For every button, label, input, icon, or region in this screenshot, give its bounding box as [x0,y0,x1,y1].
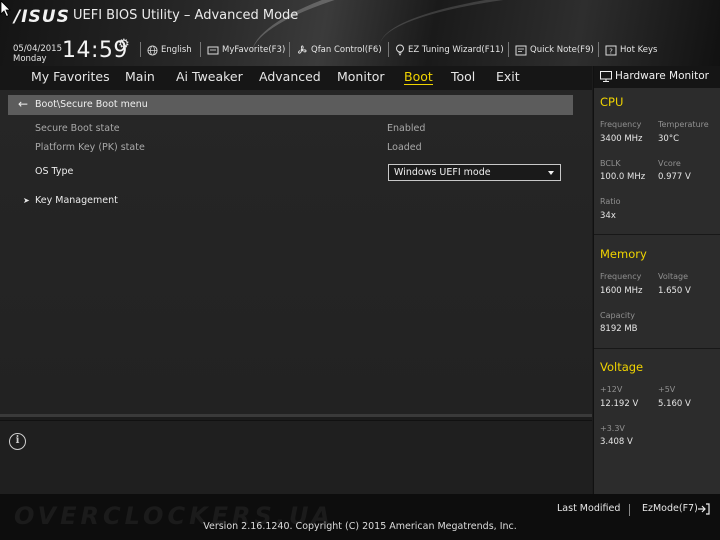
footer-bar: OVERCLOCKERS.UA Last Modified EzMode(F7)… [0,494,720,540]
memory-frequency-value: 1600 MHz [600,286,643,296]
v5-label: +5V [658,385,676,394]
secure-boot-state-value: Enabled [387,123,426,134]
info-icon: i [9,433,26,450]
exit-arrow-icon[interactable] [697,503,710,515]
tab-boot[interactable]: Boot [404,69,433,85]
app-title: UEFI BIOS Utility – Advanced Mode [73,8,299,23]
v5-value: 5.160 V [658,399,691,409]
ez-tuning-wizard-label: EZ Tuning Wizard(F11) [408,45,504,55]
day-text: Monday [13,54,47,64]
v12-label: +12V [600,385,623,394]
v33-value: 3.408 V [600,437,633,447]
date-block: 05/04/2015 Monday [13,44,62,64]
hardware-monitor-header: Hardware Monitor [594,66,720,88]
favorite-icon [207,46,219,54]
qfan-control-button[interactable]: Qfan Control(F6) [296,44,382,56]
bulb-icon [396,44,404,56]
breadcrumb-bar[interactable]: ← Boot\Secure Boot menu [8,95,573,115]
bclk-value: 100.0 MHz [600,172,646,182]
mouse-cursor-icon [0,0,11,18]
tab-exit[interactable]: Exit [496,69,520,84]
bclk-label: BCLK [600,159,621,168]
last-modified-button[interactable]: Last Modified [557,503,620,514]
fan-icon [298,45,307,54]
tab-advanced[interactable]: Advanced [259,69,321,84]
tab-my-favorites[interactable]: My Favorites [31,69,110,84]
v33-label: +3.3V [600,424,625,433]
cpu-section-title: CPU [600,95,624,109]
myfavorite-label: MyFavorite(F3) [222,45,286,55]
memory-voltage-label: Voltage [658,272,689,281]
section-divider [594,234,720,235]
toolbar-separator [508,42,509,57]
cpu-frequency-label: Frequency [600,120,642,129]
note-icon [515,45,527,55]
key-management-submenu[interactable]: Key Management [35,195,118,206]
toolbar-separator [598,42,599,57]
hotkeys-icon: ? [605,45,617,55]
vcore-label: Vcore [658,159,681,168]
qfan-control-label: Qfan Control(F6) [311,45,382,55]
monitor-icon [600,71,612,82]
secure-boot-state-label: Secure Boot state [35,123,120,134]
tab-monitor[interactable]: Monitor [337,69,385,84]
quick-note-label: Quick Note(F9) [530,45,594,55]
language-label: English [161,45,192,55]
main-nav-tabs: My Favorites Main Ai Tweaker Advanced Mo… [0,66,592,90]
ratio-value: 34x [600,211,616,221]
platform-key-state-label: Platform Key (PK) state [35,142,145,153]
hardware-monitor-panel: Hardware Monitor CPU Frequency 3400 MHz … [593,66,720,494]
os-type-select[interactable]: Windows UEFI mode [388,164,561,181]
ezmode-button[interactable]: EzMode(F7) [642,503,698,514]
clock-settings-gear-icon[interactable]: ⚙ [118,37,130,52]
tab-tool[interactable]: Tool [451,69,475,84]
language-button[interactable]: English [147,44,192,56]
toolbar-separator [388,42,389,57]
footer-separator [629,504,630,516]
tab-ai-tweaker[interactable]: Ai Tweaker [176,69,243,84]
os-type-selected-value: Windows UEFI mode [394,167,491,178]
hot-keys-label: Hot Keys [620,45,658,55]
platform-key-state-value: Loaded [387,142,422,153]
cpu-frequency-value: 3400 MHz [600,134,643,144]
cpu-temperature-value: 30°C [658,134,680,144]
globe-icon [147,44,158,56]
hardware-monitor-title: Hardware Monitor [615,70,709,82]
ez-tuning-wizard-button[interactable]: EZ Tuning Wizard(F11) [395,44,504,56]
tab-main[interactable]: Main [125,69,155,84]
vcore-value: 0.977 V [658,172,691,182]
breadcrumb: Boot\Secure Boot menu [35,99,148,110]
hot-keys-button[interactable]: ? Hot Keys [605,44,657,56]
main-content-panel: ← Boot\Secure Boot menu Secure Boot stat… [0,90,592,417]
caret-down-icon [548,171,554,175]
header-bar: /ISUS UEFI BIOS Utility – Advanced Mode … [0,0,720,66]
submenu-arrow-icon: ➤ [23,196,30,205]
quick-note-button[interactable]: Quick Note(F9) [515,44,594,56]
os-type-label: OS Type [35,166,74,177]
memory-capacity-label: Capacity [600,311,635,320]
version-copyright: Version 2.16.1240. Copyright (C) 2015 Am… [203,521,517,532]
ratio-label: Ratio [600,197,621,206]
svg-text:?: ? [609,47,613,55]
memory-section-title: Memory [600,247,647,261]
back-arrow-icon[interactable]: ← [18,97,28,111]
voltage-section-title: Voltage [600,360,644,374]
date-text: 05/04/2015 [13,44,62,54]
memory-capacity-value: 8192 MB [600,324,638,334]
cpu-temperature-label: Temperature [658,120,709,129]
memory-frequency-label: Frequency [600,272,642,281]
myfavorite-button[interactable]: MyFavorite(F3) [207,44,285,56]
v12-value: 12.192 V [600,399,639,409]
content-divider [0,414,592,417]
asus-logo: /ISUS [14,7,70,27]
section-divider [594,348,720,349]
toolbar-separator [140,42,141,57]
toolbar-separator [200,42,201,57]
help-info-panel: i [0,420,592,494]
memory-voltage-value: 1.650 V [658,286,691,296]
toolbar-separator [289,42,290,57]
